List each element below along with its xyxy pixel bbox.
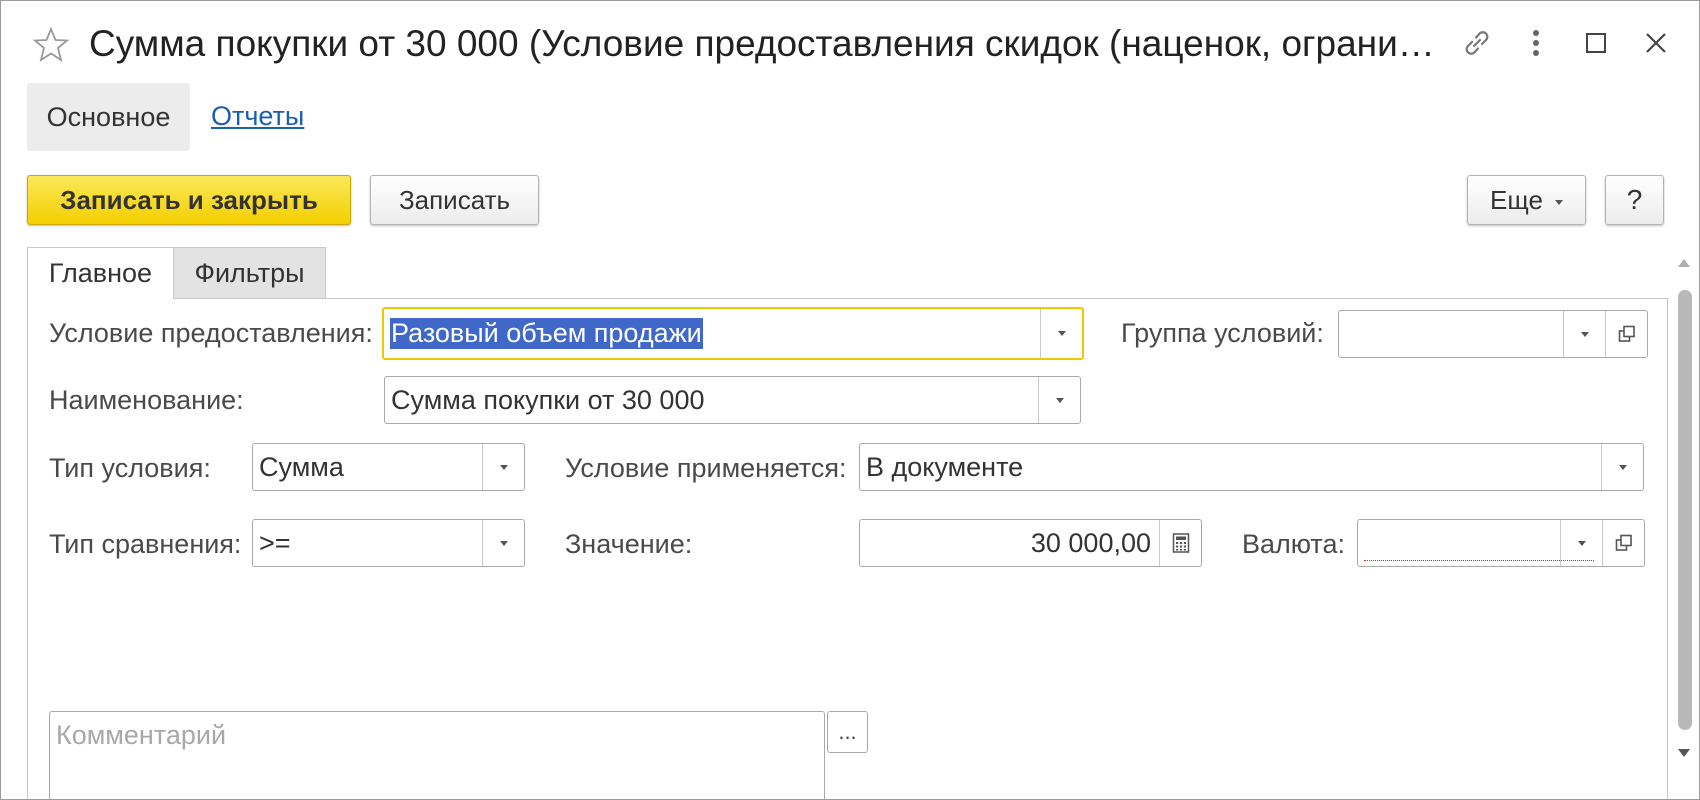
chevron-down-icon (499, 540, 508, 546)
group-label: Группа условий: (1121, 318, 1324, 348)
calculator-icon (1172, 533, 1189, 553)
close-icon[interactable] (1636, 23, 1676, 63)
condition-type-dropdown-button[interactable] (482, 444, 524, 490)
nav-reports-link[interactable]: Отчеты (211, 101, 304, 132)
currency-dropdown-button[interactable] (1560, 520, 1602, 566)
scrollbar-thumb[interactable] (1678, 290, 1692, 730)
scroll-up-arrow-icon[interactable] (1678, 259, 1690, 267)
chevron-down-icon (1057, 331, 1066, 336)
applies-label: Условие применяется: (565, 453, 847, 483)
chevron-down-icon (499, 464, 508, 470)
open-window-icon (1615, 534, 1632, 551)
chevron-down-icon (1055, 397, 1064, 403)
value-field[interactable]: 30 000,00 (859, 519, 1202, 567)
scroll-down-arrow-icon[interactable] (1678, 749, 1690, 757)
comment-field[interactable]: Комментарий (49, 711, 825, 799)
more-button-label: Еще (1490, 184, 1543, 215)
more-button[interactable]: Еще (1467, 175, 1586, 225)
group-open-button[interactable] (1605, 311, 1647, 357)
applies-field[interactable]: В документе (859, 443, 1644, 491)
currency-open-button[interactable] (1602, 520, 1644, 566)
chevron-down-icon (1580, 331, 1589, 337)
applies-value: В документе (866, 451, 1024, 482)
name-value: Сумма покупки от 30 000 (391, 384, 705, 415)
link-icon[interactable] (1457, 23, 1497, 63)
condition-field[interactable]: Разовый объем продажи (382, 307, 1084, 360)
help-button[interactable]: ? (1605, 175, 1664, 225)
group-field[interactable] (1338, 310, 1648, 358)
comparison-dropdown-button[interactable] (482, 520, 524, 566)
currency-field[interactable] (1357, 519, 1645, 567)
comment-placeholder: Комментарий (56, 720, 227, 750)
condition-value: Разовый объем продажи (390, 318, 703, 349)
value-label: Значение: (565, 529, 693, 559)
comparison-field[interactable]: >= (252, 519, 525, 567)
value-value: 30 000,00 (1030, 527, 1151, 558)
applies-dropdown-button[interactable] (1601, 444, 1643, 490)
chevron-down-icon (1554, 199, 1563, 205)
currency-label: Валюта: (1242, 529, 1346, 559)
condition-label: Условие предоставления: (49, 318, 373, 348)
nav-main[interactable]: Основное (27, 83, 190, 151)
condition-type-field[interactable]: Сумма (252, 443, 525, 491)
tab-main[interactable]: Главное (27, 247, 174, 299)
name-field[interactable]: Сумма покупки от 30 000 (384, 376, 1081, 424)
window-title: Сумма покупки от 30 000 (Условие предост… (89, 23, 1435, 64)
calculator-button[interactable] (1159, 520, 1201, 566)
name-label: Наименование: (49, 385, 244, 415)
save-and-close-button[interactable]: Записать и закрыть (27, 175, 351, 225)
star-icon[interactable] (31, 25, 71, 65)
condition-dropdown-button[interactable] (1040, 309, 1082, 358)
form-window: Сумма покупки от 30 000 (Условие предост… (0, 0, 1700, 800)
chevron-down-icon (1577, 540, 1586, 546)
name-dropdown-button[interactable] (1038, 377, 1080, 423)
comparison-label: Тип сравнения: (49, 529, 242, 559)
chevron-down-icon (1618, 464, 1627, 470)
condition-type-label: Тип условия: (49, 453, 211, 483)
title-bar: Сумма покупки от 30 000 (Условие предост… (1, 1, 1699, 85)
save-button[interactable]: Записать (370, 175, 539, 225)
tab-filters[interactable]: Фильтры (173, 247, 326, 299)
comment-expand-button[interactable]: ... (827, 711, 868, 753)
open-window-icon (1618, 325, 1635, 342)
comparison-value: >= (259, 527, 291, 558)
group-dropdown-button[interactable] (1563, 311, 1605, 357)
maximize-icon[interactable] (1576, 23, 1616, 63)
more-vertical-icon[interactable] (1516, 23, 1556, 63)
condition-type-value: Сумма (259, 451, 344, 482)
